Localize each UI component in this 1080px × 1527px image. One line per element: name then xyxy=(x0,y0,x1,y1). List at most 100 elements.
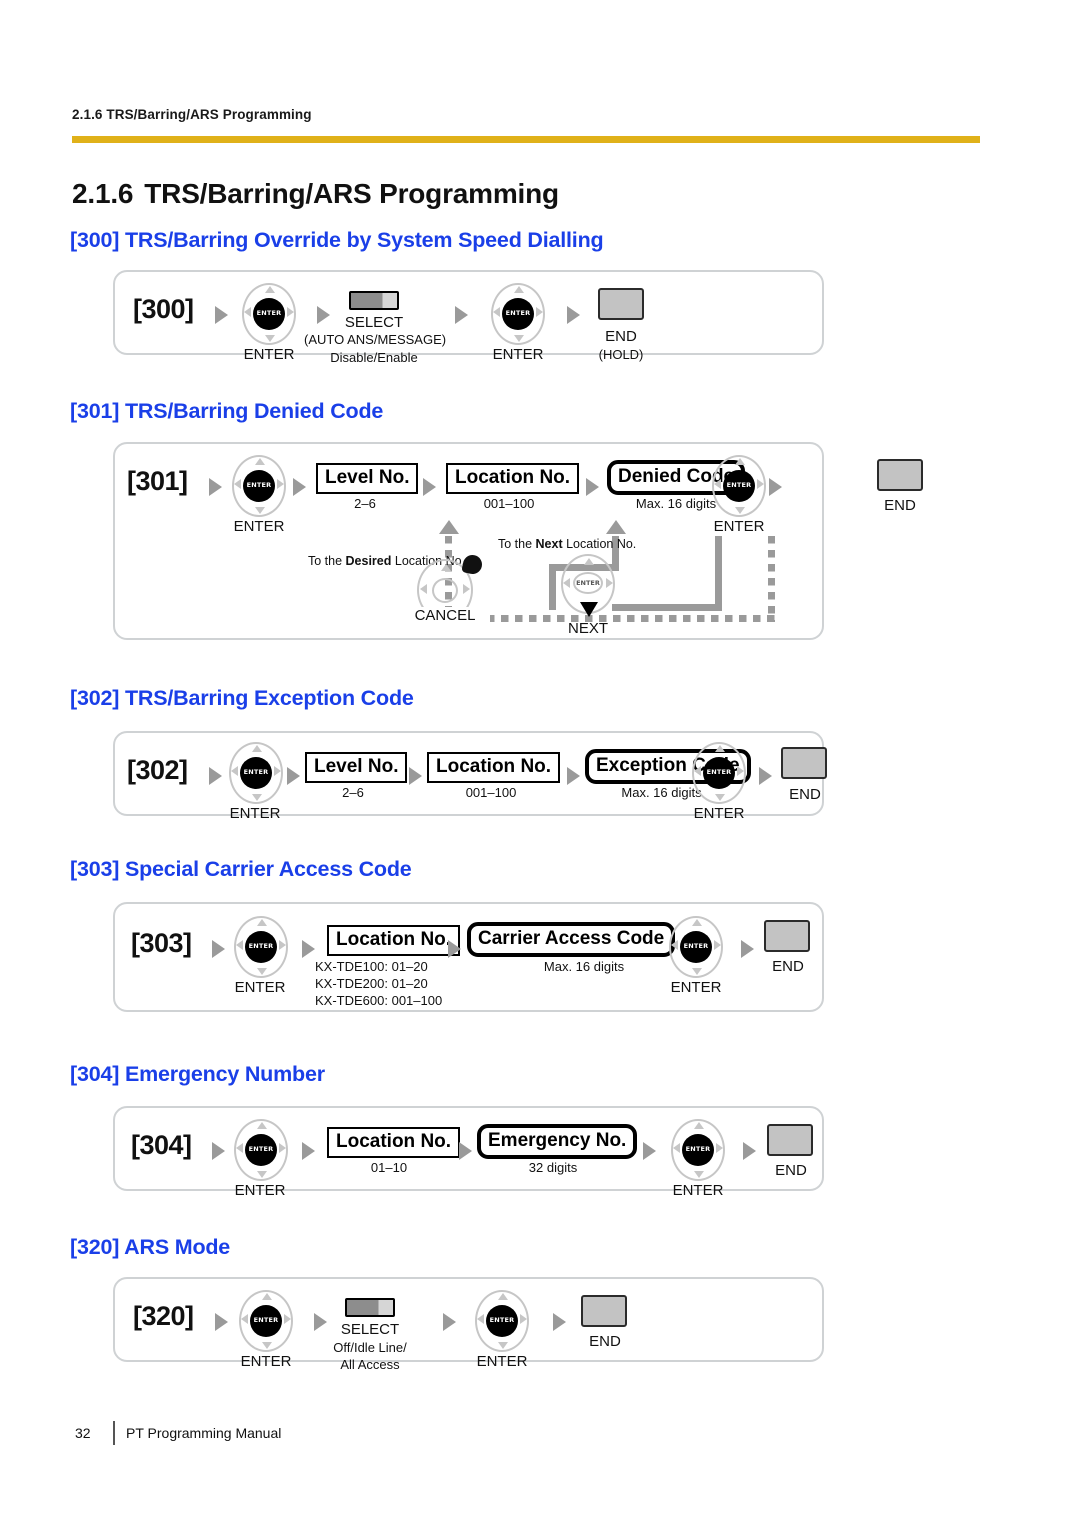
page-title-text: TRS/Barring/ARS Programming xyxy=(144,178,559,209)
entry-sub-location-no: 001–100 xyxy=(483,496,535,511)
page-title: 2.1.6 TRS/Barring/ARS Programming xyxy=(72,178,559,210)
loop-arrow-up-icon xyxy=(439,520,459,534)
enter-key-text: ENTER xyxy=(685,1145,711,1153)
flow-arrow-icon xyxy=(209,478,222,496)
navigator-key-icon: ENTER xyxy=(669,916,723,978)
diagram-304: [304] ENTER ENTER Location No. 01–10 Eme… xyxy=(113,1106,824,1199)
section-heading-302: [302] TRS/Barring Exception Code xyxy=(70,686,414,710)
enter-label: ENTER xyxy=(234,1182,286,1199)
enter-label: ENTER xyxy=(693,805,745,822)
navigator-key-icon: ENTER xyxy=(671,1119,725,1181)
entry-sub-location-no: 01–10 xyxy=(370,1160,408,1175)
select-key-icon xyxy=(345,1298,395,1317)
flow-arrow-icon xyxy=(743,1142,756,1160)
document-page: 2.1.6 TRS/Barring/ARS Programming 2.1.6 T… xyxy=(0,0,1080,1527)
select-sub-2: All Access xyxy=(340,1357,400,1372)
entry-sub-emergency-no: 32 digits xyxy=(528,1160,578,1175)
flow-arrow-icon xyxy=(209,767,222,785)
flow-arrow-icon xyxy=(215,306,228,324)
loop-note-next-prefix: To the xyxy=(498,537,536,551)
program-code-320: [320] xyxy=(133,1301,194,1331)
enter-key-text: ENTER xyxy=(726,481,752,489)
diagram-320: [320] ENTER ENTER SELECT Off/Idle Line/ … xyxy=(113,1277,824,1372)
select-key-icon xyxy=(349,291,399,310)
entry-box-location-no[interactable]: Location No. xyxy=(327,925,461,956)
end-key-icon xyxy=(767,1124,813,1156)
enter-key-text: ENTER xyxy=(505,309,531,317)
navigator-key-icon: ENTER xyxy=(242,283,296,345)
flow-arrow-icon xyxy=(212,1142,225,1160)
page-title-number: 2.1.6 xyxy=(72,178,134,209)
end-key-icon xyxy=(781,747,827,779)
end-key-icon xyxy=(764,920,810,952)
loop-note-desired-prefix: To the xyxy=(308,554,346,568)
navigator-key-icon: ENTER xyxy=(475,1290,529,1352)
enter-key-text: ENTER xyxy=(706,768,732,776)
end-label: END xyxy=(605,328,637,345)
select-label: SELECT xyxy=(340,1321,400,1338)
section-heading-304: [304] Emergency Number xyxy=(70,1062,325,1086)
end-sub: (HOLD) xyxy=(598,347,644,362)
diagram-301: [301] ENTER ENTER Level No. 2–6 Location… xyxy=(113,442,824,640)
entry-box-level-no[interactable]: Level No. xyxy=(316,463,419,494)
select-label: SELECT xyxy=(344,314,404,331)
enter-label: ENTER xyxy=(670,979,722,996)
flow-arrow-icon xyxy=(443,1313,456,1331)
enter-key-text: ENTER xyxy=(248,1145,274,1153)
navigator-key-icon: ENTER xyxy=(712,455,766,517)
cancel-label: CANCEL xyxy=(400,607,490,624)
entry-sub-location-line-1: KX-TDE100: 01–20 xyxy=(315,959,428,974)
section-heading-303: [303] Special Carrier Access Code xyxy=(70,857,412,881)
flow-arrow-icon xyxy=(741,940,754,958)
select-sub-1: (AUTO ANS/MESSAGE) xyxy=(304,332,447,347)
enter-key-text: ENTER xyxy=(256,309,282,317)
flow-arrow-icon xyxy=(409,767,422,785)
enter-key-text: ENTER xyxy=(489,1316,515,1324)
section-heading-300: [300] TRS/Barring Override by System Spe… xyxy=(70,228,604,252)
enter-key-text: ENTER xyxy=(243,768,269,776)
loop-note-next: To the Next Location No. xyxy=(498,537,636,551)
flow-arrow-icon xyxy=(302,940,315,958)
flow-arrow-icon xyxy=(643,1142,656,1160)
flow-arrow-icon xyxy=(769,478,782,496)
enter-label: ENTER xyxy=(713,518,765,535)
entry-sub-location-line-2: KX-TDE200: 01–20 xyxy=(315,976,428,991)
end-key-icon xyxy=(598,288,644,320)
flow-arrow-icon xyxy=(287,767,300,785)
footer-page-number: 32 xyxy=(75,1425,91,1441)
enter-key-text: ENTER xyxy=(253,1316,279,1324)
next-navigator-icon[interactable]: ENTER xyxy=(561,554,615,617)
entry-box-location-no[interactable]: Location No. xyxy=(327,1127,461,1158)
entry-sub-location-no: 001–100 xyxy=(465,785,517,800)
flow-arrow-icon xyxy=(553,1313,566,1331)
enter-label: ENTER xyxy=(229,805,281,822)
end-label: END xyxy=(884,497,916,514)
entry-box-location-no[interactable]: Location No. xyxy=(427,752,561,783)
diagram-303: [303] ENTER ENTER Location No. KX-TDE100… xyxy=(113,902,824,1012)
flow-arrow-icon xyxy=(448,940,461,958)
entry-box-carrier-access-code[interactable]: Carrier Access Code xyxy=(467,922,676,957)
enter-label: ENTER xyxy=(243,346,295,363)
enter-label: ENTER xyxy=(492,346,544,363)
flow-arrow-icon xyxy=(215,1313,228,1331)
section-heading-320: [320] ARS Mode xyxy=(70,1235,231,1259)
entry-box-level-no[interactable]: Level No. xyxy=(305,752,408,783)
next-down-arrow-icon xyxy=(580,602,598,617)
loop-note-next-suffix: Location No. xyxy=(562,537,637,551)
end-label: END xyxy=(589,1333,621,1350)
entry-sub-level-no: 2–6 xyxy=(354,496,376,511)
enter-label: ENTER xyxy=(233,518,285,535)
end-label: END xyxy=(789,786,821,803)
end-label: END xyxy=(775,1162,807,1179)
program-code-300: [300] xyxy=(133,294,194,324)
loop-dashed-line xyxy=(768,536,775,622)
entry-box-emergency-no[interactable]: Emergency No. xyxy=(477,1124,638,1159)
entry-box-location-no[interactable]: Location No. xyxy=(446,463,580,494)
next-label: NEXT xyxy=(567,620,608,637)
flow-arrow-icon xyxy=(455,306,468,324)
select-sub-2: Disable/Enable xyxy=(330,350,418,365)
loop-solid-line xyxy=(612,604,722,611)
enter-key-text: ENTER xyxy=(246,481,272,489)
flow-arrow-icon xyxy=(423,478,436,496)
enter-label: ENTER xyxy=(672,1182,724,1199)
